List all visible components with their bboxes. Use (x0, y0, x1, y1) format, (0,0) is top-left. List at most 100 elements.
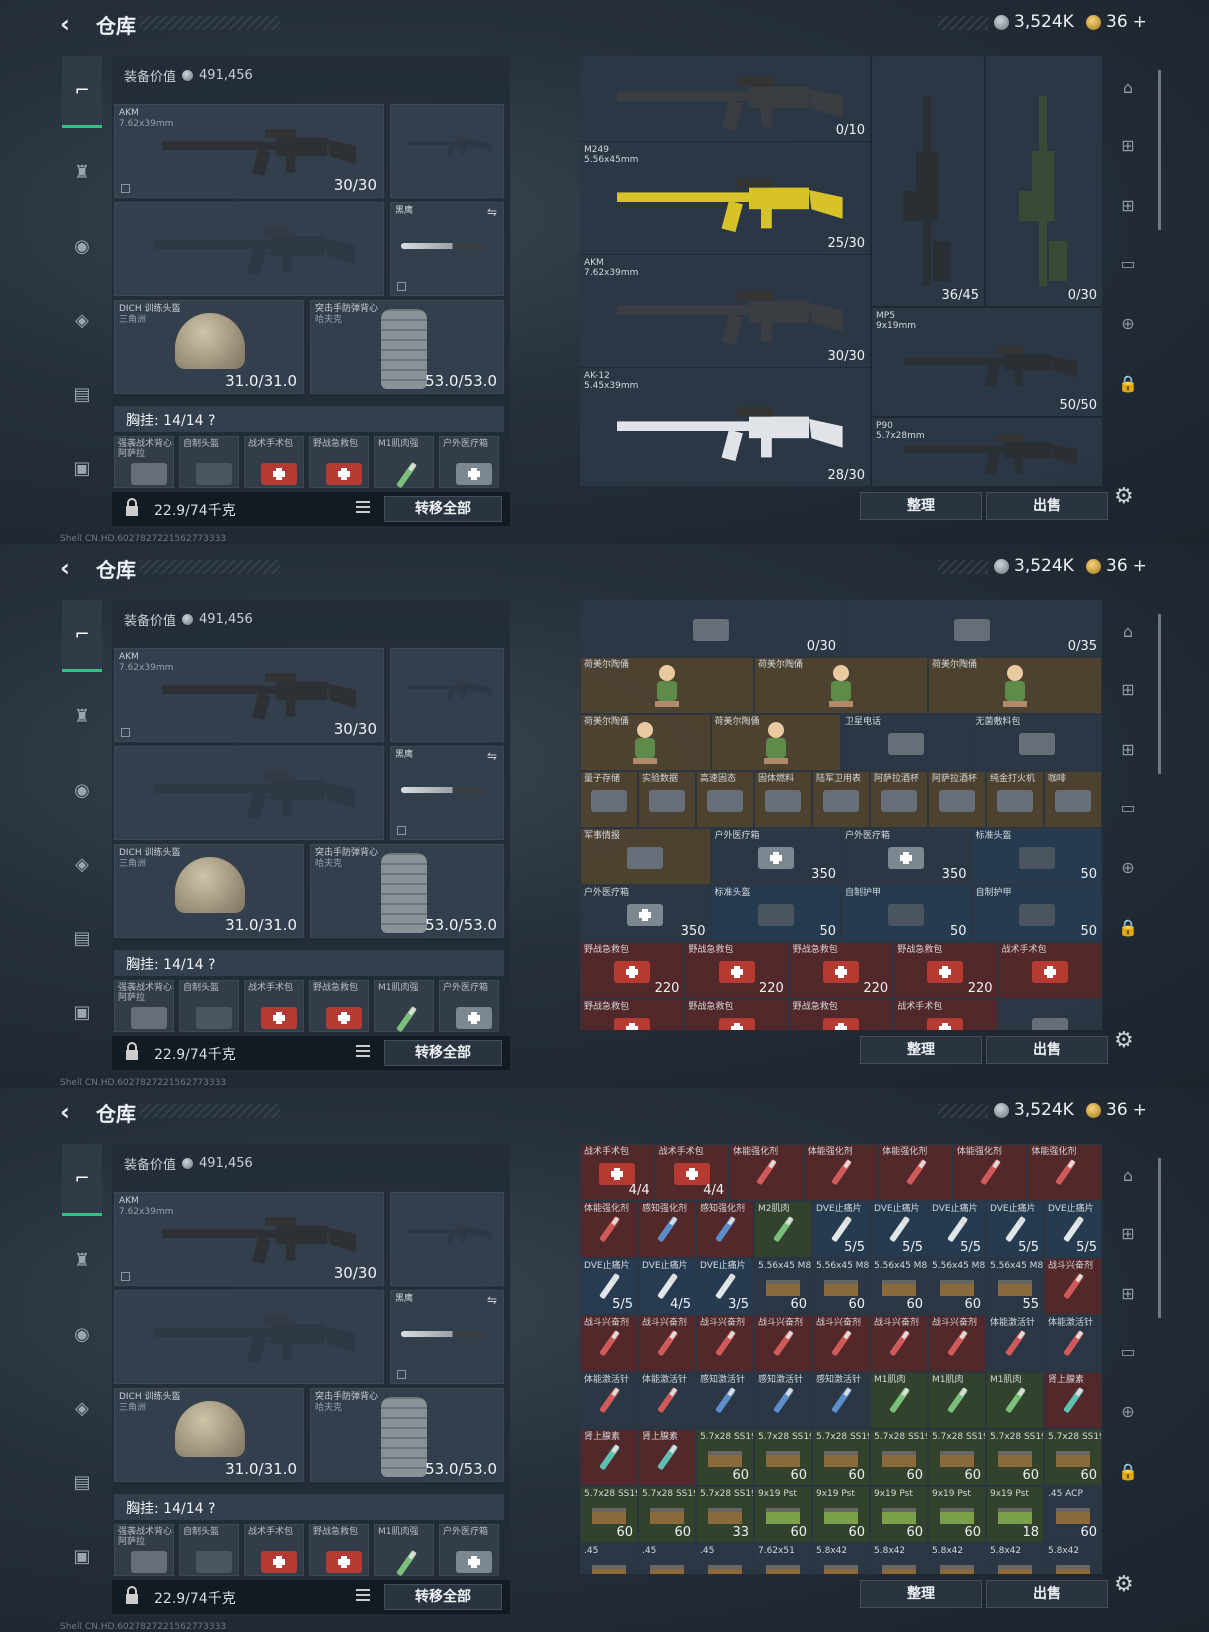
pistol-slot[interactable] (390, 104, 504, 198)
inventory-cell[interactable]: 5.56x45 M855 60 (928, 1258, 986, 1315)
melee-slot[interactable]: 黑鹰 ⇋ (390, 202, 504, 296)
inventory-cell[interactable]: 阿萨拉酒杯 (928, 771, 986, 828)
inventory-cell[interactable]: 标准头盔 50 (710, 885, 841, 942)
inventory-cell[interactable]: 体能激活针 (580, 1372, 638, 1429)
inventory-cell[interactable]: 实验数据 (638, 771, 696, 828)
inventory-cell[interactable]: M1肌肉 (870, 1372, 928, 1429)
inventory-cell[interactable]: 0/30 (580, 600, 841, 657)
inventory-cell[interactable]: 战斗兴奋剂 (580, 1315, 638, 1372)
inventory-cell[interactable]: 高速固态 (696, 771, 754, 828)
inventory-cell[interactable]: 5.56x45 M855 60 (870, 1258, 928, 1315)
expand-icon-2[interactable]: ⊞ (1114, 1280, 1142, 1308)
inventory-cell[interactable]: DVE止痛片 5/5 (812, 1201, 870, 1258)
inventory-cell[interactable]: 自制护甲 50 (971, 885, 1102, 942)
inventory-cell[interactable]: 5.56x45 M855 60 (812, 1258, 870, 1315)
inventory-cell[interactable]: P90 5.7x28mm (872, 418, 1102, 486)
secondary-weapon-slot[interactable] (114, 1290, 384, 1384)
inventory-cell[interactable]: 荷美尔陶俑 (580, 714, 711, 771)
inventory-cell[interactable]: DVE止痛片 3/5 (696, 1258, 754, 1315)
inventory-cell[interactable]: 无菌敷料包 (971, 714, 1102, 771)
sidebar-item-bag[interactable]: ◈ (62, 844, 102, 884)
inventory-cell[interactable]: 野战急救包220 (788, 999, 894, 1030)
inventory-cell[interactable]: 5.7x28 SS190 33 (696, 1486, 754, 1543)
folder-icon[interactable]: ▭ (1114, 794, 1142, 822)
scrollbar[interactable] (1158, 614, 1161, 774)
sidebar-item-briefcase[interactable]: ▣ (62, 992, 102, 1032)
inventory-cell[interactable]: 荷美尔陶俑 (754, 657, 928, 714)
pocket-slot[interactable]: 战术手术包 (244, 436, 304, 488)
gear-icon[interactable]: ⚙ (1114, 1572, 1134, 1597)
expand-icon-2[interactable]: ⊞ (1114, 736, 1142, 764)
inventory-cell[interactable]: 肾上腺素 (1044, 1372, 1102, 1429)
inventory-cell[interactable]: 5.7x28 SS190 60 (870, 1429, 928, 1486)
sidebar-item-case[interactable]: ▤ (62, 374, 102, 414)
inventory-cell[interactable]: 5.8x42 (812, 1543, 870, 1574)
inventory-cell[interactable]: M1肌肉 (986, 1372, 1044, 1429)
sort-button[interactable]: 整理 (860, 492, 982, 520)
pocket-slot[interactable]: 户外医疗箱 (439, 1524, 499, 1576)
transfer-all-button[interactable]: 转移全部 (384, 1584, 502, 1610)
inventory-cell[interactable]: 陆军卫用表 (812, 771, 870, 828)
helmet-slot[interactable]: DICH 训练头盔 三角洲 31.0/31.0 (114, 1388, 304, 1482)
pocket-slot[interactable]: 户外医疗箱 (439, 436, 499, 488)
lock-toggle-icon[interactable] (121, 184, 130, 193)
gear-icon[interactable]: ⚙ (1114, 1028, 1134, 1053)
gear-icon[interactable]: ⚙ (1114, 484, 1134, 509)
inventory-cell[interactable]: 5.56x45 M855 60 (754, 1258, 812, 1315)
inventory-cell[interactable]: 体能强化剂 (1027, 1144, 1102, 1201)
inventory-cell[interactable]: 野战急救包220 (893, 942, 998, 999)
inventory-cell[interactable]: 军事情报 (580, 828, 711, 885)
expand-icon[interactable]: ⊞ (1114, 132, 1142, 160)
list-icon[interactable] (356, 501, 370, 513)
inventory-cell[interactable]: 户外医疗箱 350 (580, 885, 711, 942)
add-folder-icon[interactable]: ⊕ (1114, 310, 1142, 338)
inventory-cell[interactable]: 荷美尔陶俑 (928, 657, 1102, 714)
back-arrow-icon[interactable]: ‹ (60, 1098, 84, 1126)
lock-toggle-icon[interactable] (121, 728, 130, 737)
transfer-all-button[interactable]: 转移全部 (384, 496, 502, 522)
pocket-slot[interactable]: 野战急救包 (309, 436, 369, 488)
add-gold-icon[interactable]: + (1133, 12, 1147, 32)
inventory-cell[interactable]: 体能强化剂 (580, 1201, 638, 1258)
pocket-slot[interactable]: 自制头盔 (179, 436, 239, 488)
sidebar-item-armor[interactable]: ♜ (62, 152, 102, 192)
add-gold-icon[interactable]: + (1133, 1100, 1147, 1120)
inventory-cell[interactable]: 荷美尔陶俑 (710, 714, 841, 771)
storage-icon[interactable]: ⌂ (1114, 618, 1142, 646)
inventory-cell[interactable]: AK-12 5.45x39mm 28/30 (580, 368, 870, 486)
inventory-cell[interactable]: 卫星电话 (841, 714, 972, 771)
inventory-cell[interactable]: 野战急救包220 (788, 942, 894, 999)
pistol-slot[interactable] (390, 1192, 504, 1286)
pocket-slot[interactable]: 强袭战术背心 阿萨拉 (114, 1524, 174, 1576)
inventory-cell[interactable]: 野战急救包220 (580, 999, 685, 1030)
inventory-cell[interactable]: 体能激活针 (1044, 1315, 1102, 1372)
pocket-slot[interactable]: M1肌肉强 (374, 980, 434, 1032)
expand-icon-2[interactable]: ⊞ (1114, 192, 1142, 220)
pocket-slot[interactable]: 自制头盔 (179, 980, 239, 1032)
sidebar-item-case[interactable]: ▤ (62, 918, 102, 958)
inventory-cell[interactable]: 0/35 (841, 600, 1102, 657)
sidebar-item-helmet[interactable]: ◉ (62, 1314, 102, 1354)
chest-rig-bar[interactable]: 胸挂: 14/14 ? (114, 950, 504, 976)
sidebar-item-weapon[interactable]: ⌐ (62, 56, 102, 128)
inventory-cell[interactable]: 战斗兴奋剂 (870, 1315, 928, 1372)
inventory-cell[interactable]: 战斗兴奋剂 (696, 1315, 754, 1372)
pocket-slot[interactable]: 野战急救包 (309, 980, 369, 1032)
pocket-slot[interactable]: 强袭战术背心 阿萨拉 (114, 436, 174, 488)
inventory-cell[interactable]: M1肌肉 (928, 1372, 986, 1429)
inventory-cell[interactable]: 感知激活针 (696, 1372, 754, 1429)
inventory-cell[interactable]: 体能强化剂 (803, 1144, 879, 1201)
inventory-cell[interactable]: DVE止痛片 5/5 (580, 1258, 638, 1315)
vest-slot[interactable]: 突击手防弹背心 哈夫克 53.0/53.0 (310, 300, 504, 394)
inventory-cell[interactable]: 0/30 (986, 56, 1102, 306)
inventory-cell[interactable]: DVE止痛片 5/5 (986, 1201, 1044, 1258)
expand-icon[interactable]: ⊞ (1114, 676, 1142, 704)
pocket-slot[interactable]: M1肌肉强 (374, 436, 434, 488)
inventory-cell[interactable]: 感知激活针 (754, 1372, 812, 1429)
inventory-cell[interactable]: 战斗兴奋剂 (754, 1315, 812, 1372)
sidebar-item-helmet[interactable]: ◉ (62, 770, 102, 810)
add-folder-icon[interactable]: ⊕ (1114, 1398, 1142, 1426)
inventory-cell[interactable]: 9x19 Pst 60 (812, 1486, 870, 1543)
inventory-cell[interactable]: 5.7x28 SS190 60 (754, 1429, 812, 1486)
inventory-cell[interactable]: 战术手术包 (997, 942, 1102, 999)
